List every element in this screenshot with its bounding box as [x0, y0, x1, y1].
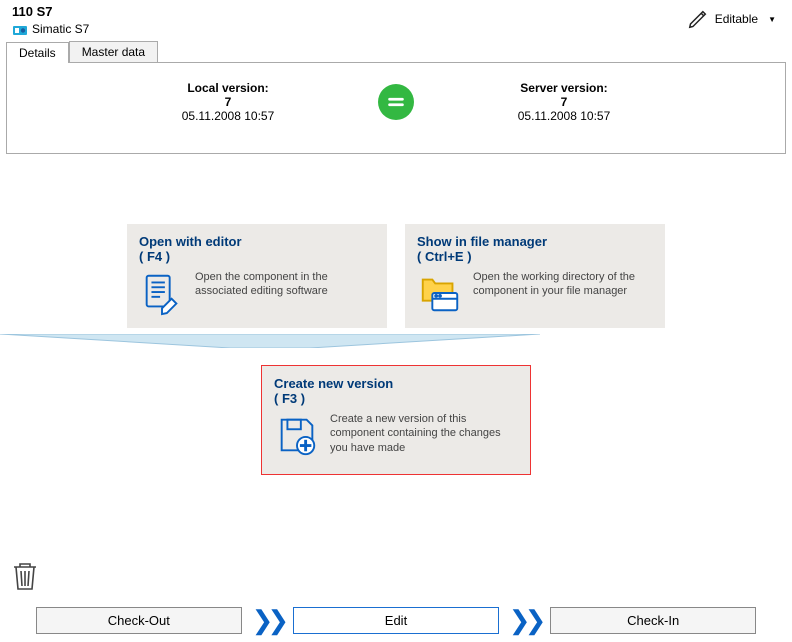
- chevron-right-icon: ❯❯: [509, 605, 541, 636]
- server-version-number: 7: [474, 95, 654, 109]
- tab-master-data[interactable]: Master data: [69, 41, 158, 62]
- version-equal-icon: [378, 84, 414, 120]
- checkout-step-button[interactable]: Check-Out: [36, 607, 242, 634]
- local-version-block: Local version: 7 05.11.2008 10:57: [138, 81, 318, 123]
- edit-step-button[interactable]: Edit: [293, 607, 499, 634]
- create-new-version-card[interactable]: Create new version ( F3 ) Create a new v…: [261, 365, 531, 475]
- editable-label: Editable: [715, 12, 758, 26]
- folder-window-icon: [417, 270, 463, 316]
- page-title: 110 S7: [12, 4, 89, 19]
- pencil-icon: [687, 8, 709, 30]
- save-add-icon: [274, 412, 320, 458]
- card-shortcut: ( Ctrl+E ): [417, 249, 653, 264]
- server-version-block: Server version: 7 05.11.2008 10:57: [474, 81, 654, 123]
- server-version-label: Server version:: [474, 81, 654, 95]
- card-description: Open the component in the associated edi…: [195, 270, 375, 299]
- local-version-number: 7: [138, 95, 318, 109]
- card-shortcut: ( F4 ): [139, 249, 375, 264]
- card-title: Show in file manager: [417, 234, 653, 249]
- card-description: Open the working directory of the compon…: [473, 270, 653, 299]
- delete-button[interactable]: [10, 559, 40, 596]
- server-version-timestamp: 05.11.2008 10:57: [474, 109, 654, 123]
- simatic-icon: [12, 21, 28, 37]
- card-shortcut: ( F3 ): [274, 391, 518, 406]
- card-title: Create new version: [274, 376, 518, 391]
- chevron-down-icon: ▼: [768, 15, 776, 24]
- document-edit-icon: [139, 270, 185, 316]
- local-version-label: Local version:: [138, 81, 318, 95]
- flow-funnel-icon: [0, 334, 540, 348]
- open-with-editor-card[interactable]: Open with editor ( F4 ) Open the compone…: [127, 224, 387, 328]
- local-version-timestamp: 05.11.2008 10:57: [138, 109, 318, 123]
- checkin-step-button[interactable]: Check-In: [550, 607, 756, 634]
- editable-dropdown[interactable]: Editable ▼: [679, 4, 784, 34]
- page-subtitle: Simatic S7: [12, 21, 89, 37]
- tab-details[interactable]: Details: [6, 42, 69, 63]
- chevron-right-icon: ❯❯: [252, 605, 284, 636]
- subtitle-text: Simatic S7: [32, 22, 89, 36]
- show-in-file-manager-card[interactable]: Show in file manager ( Ctrl+E ) Open the…: [405, 224, 665, 328]
- card-title: Open with editor: [139, 234, 375, 249]
- card-description: Create a new version of this component c…: [330, 412, 510, 455]
- details-panel: Local version: 7 05.11.2008 10:57 Server…: [6, 62, 786, 154]
